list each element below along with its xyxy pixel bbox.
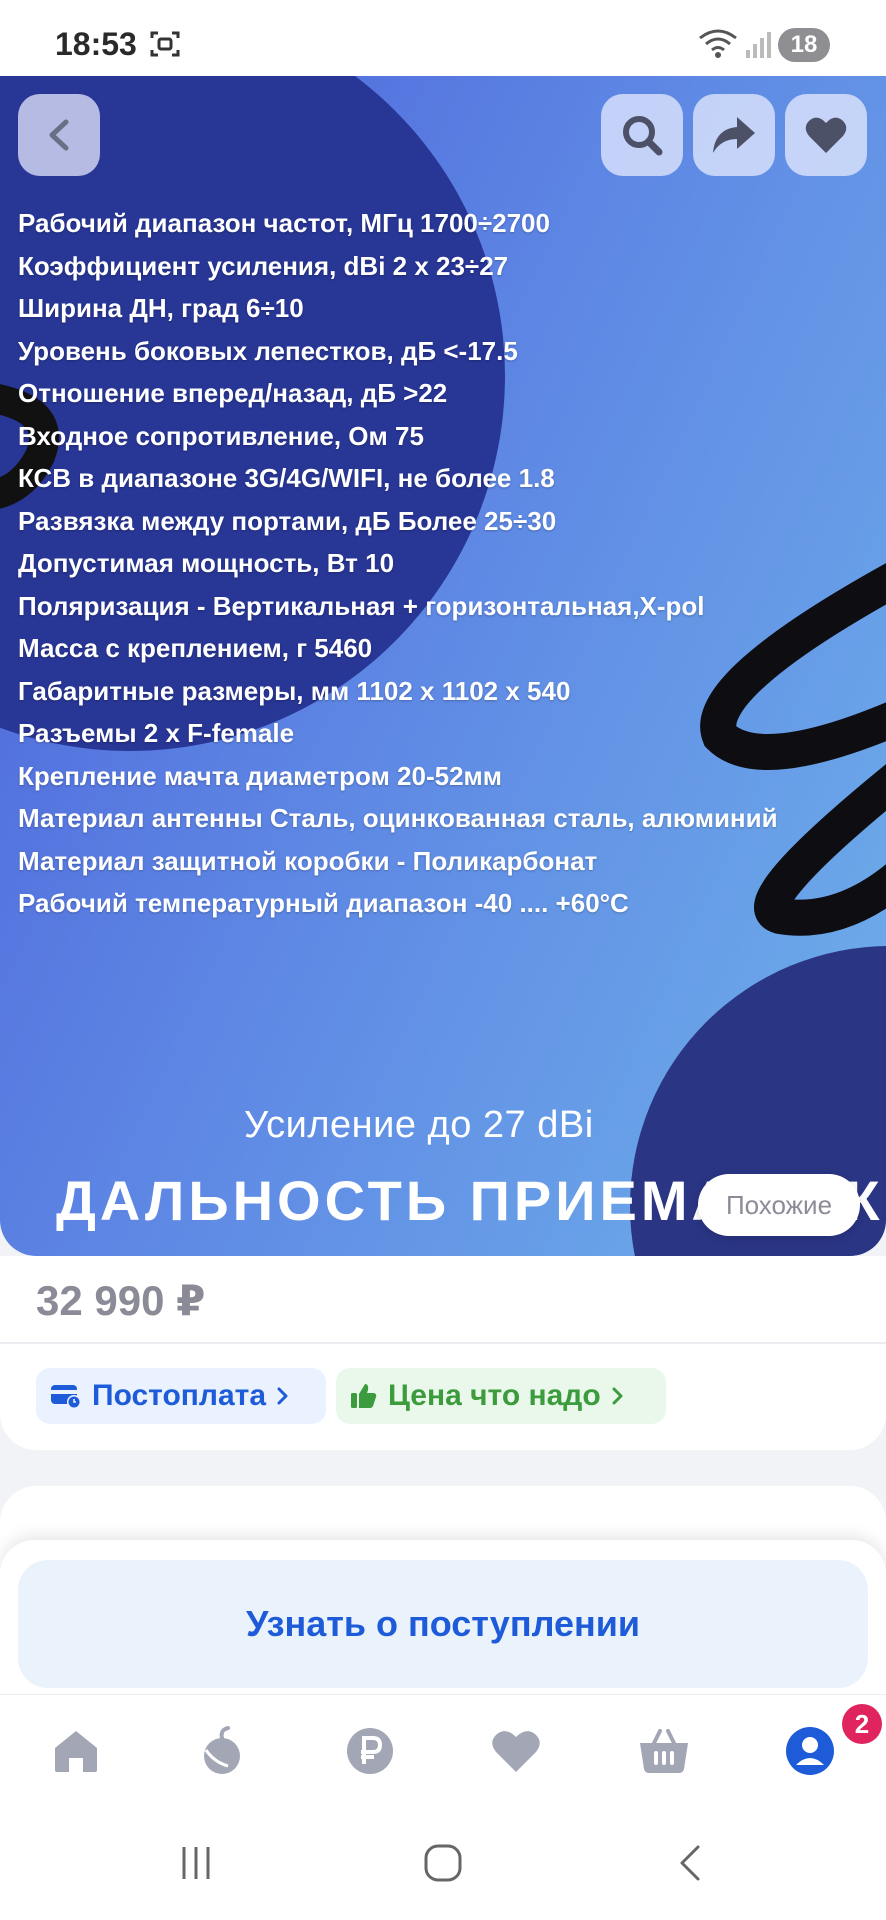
- spec-line: Ширина ДН, град 6÷10: [18, 293, 304, 323]
- apple-icon: [204, 1726, 240, 1774]
- spec-line: Крепление мачта диаметром 20-52мм: [18, 760, 503, 791]
- postpay-label: Постоплата: [92, 1379, 267, 1412]
- back-nav-icon: [680, 1845, 700, 1881]
- tab-profile[interactable]: [774, 1715, 846, 1787]
- spec-line: Коэффициент усиления, dBi 2 x 23÷27: [18, 250, 509, 281]
- tab-favorites[interactable]: [480, 1715, 552, 1787]
- search-icon: [623, 116, 663, 156]
- similar-button[interactable]: Похожие: [698, 1174, 860, 1236]
- profile-icon: [786, 1727, 834, 1775]
- home-icon: [55, 1731, 97, 1772]
- price-card: 32 990 ₽ Постоплата Цена что надо: [0, 1256, 886, 1450]
- gain-caption: Усиление до 27 dBi: [244, 1104, 594, 1146]
- spec-line: Рабочий температурный диапазон -40 .... …: [18, 888, 629, 918]
- chevron-right-icon: [277, 1387, 288, 1405]
- spec-line: Поляризация - Вертикальная + горизонталь…: [18, 590, 705, 621]
- share-button[interactable]: [693, 94, 775, 176]
- spec-line: Рабочий диапазон частот, МГц 1700÷2700: [18, 208, 550, 238]
- recent-apps-icon: [182, 1847, 210, 1879]
- bottom-action-sheet: Узнать о поступлении: [0, 1540, 886, 1694]
- notify-availability-button[interactable]: Узнать о поступлении: [18, 1560, 868, 1688]
- price: 32 990 ₽: [36, 1277, 206, 1324]
- product-image[interactable]: Рабочий диапазон частот, МГц 1700÷2700 К…: [0, 76, 886, 1256]
- heart-icon: [492, 1731, 540, 1772]
- spec-line: Допустимая мощность, Вт 10: [18, 548, 395, 578]
- spec-line: Отношение вперед/назад, дБ >22: [18, 378, 448, 408]
- spec-line: Материал антенны Сталь, оцинкованная ста…: [18, 803, 778, 833]
- heart-icon: [805, 117, 847, 153]
- spec-line: Разъемы 2 x F-female: [18, 718, 295, 748]
- thumbs-up-icon: [351, 1384, 377, 1408]
- home-nav-icon: [424, 1844, 462, 1882]
- tab-cart[interactable]: [628, 1715, 700, 1787]
- tab-finance[interactable]: [334, 1715, 406, 1787]
- good-price-label: Цена что надо: [388, 1379, 601, 1412]
- spec-line: Масса с креплением, г 5460: [18, 633, 373, 663]
- battery-level: 18: [778, 28, 830, 62]
- tab-bar: [0, 1694, 886, 1807]
- ruble-icon: [347, 1728, 393, 1774]
- spec-line: Уровень боковых лепестков, дБ <-17.5: [18, 335, 518, 366]
- spec-line: Габаритные размеры, мм 1102 x 1102 x 540: [18, 675, 571, 706]
- postpay-chip[interactable]: Постоплата: [36, 1368, 326, 1424]
- recent-apps-button[interactable]: [166, 1838, 226, 1888]
- search-button[interactable]: [601, 94, 683, 176]
- signal-icon: [744, 30, 774, 65]
- chevron-right-icon: [612, 1387, 623, 1405]
- status-time: 18:53: [55, 26, 137, 62]
- favorite-button[interactable]: [785, 94, 867, 176]
- divider: [0, 1342, 886, 1344]
- spec-line: КСВ в диапазоне 3G/4G/WIFI, не более 1.8: [18, 463, 555, 493]
- tab-home[interactable]: [40, 1715, 112, 1787]
- back-nav-button[interactable]: [660, 1838, 720, 1888]
- status-bar: 18:53 18: [0, 0, 886, 82]
- spec-line: Входное сопротивление, Ом 75: [18, 420, 424, 451]
- basket-icon: [640, 1729, 688, 1773]
- profile-notification-badge: 2: [842, 1704, 882, 1744]
- screenshot-icon: [150, 30, 180, 63]
- spec-list: Рабочий диапазон частот, МГц 1700÷2700 К…: [18, 202, 778, 925]
- wifi-icon: [698, 28, 738, 65]
- spec-line: Материал защитной коробки - Поликарбонат: [18, 845, 598, 876]
- chevron-left-icon: [49, 119, 69, 151]
- card-clock-icon: [51, 1385, 81, 1409]
- back-button[interactable]: [18, 94, 100, 176]
- good-price-chip[interactable]: Цена что надо: [336, 1368, 666, 1424]
- tab-catalog[interactable]: [186, 1715, 258, 1787]
- home-nav-button[interactable]: [413, 1838, 473, 1888]
- share-arrow-icon: [713, 117, 755, 153]
- spec-line: Развязка между портами, дБ Более 25÷30: [18, 505, 557, 536]
- system-navigation-bar: [0, 1806, 886, 1920]
